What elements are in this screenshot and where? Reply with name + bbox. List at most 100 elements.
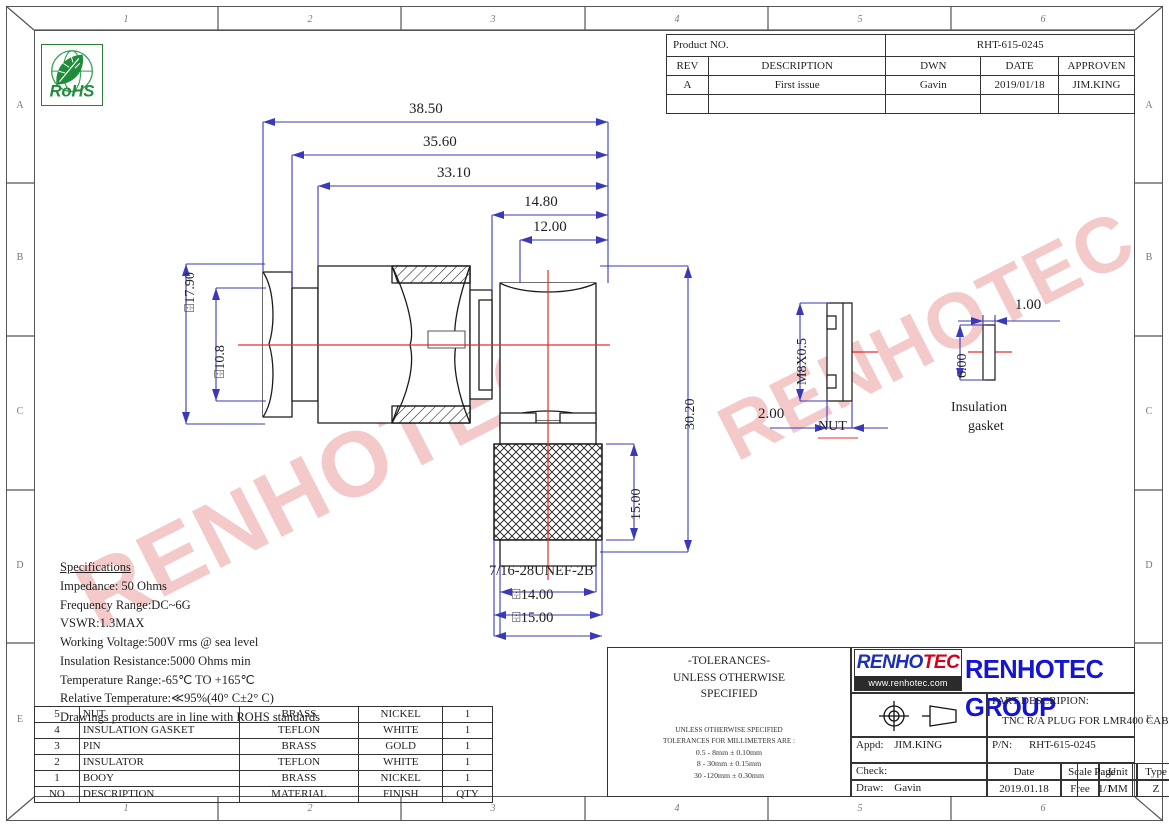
dimension-label-30-20: 30.20: [683, 398, 698, 431]
bom-fin-4: WHITE: [358, 722, 444, 739]
zone-left-b: B: [16, 252, 24, 263]
rev-dwn-empty: [885, 94, 982, 114]
bom-no-1: 1: [34, 770, 80, 787]
nut-width-label: 2.00: [758, 406, 785, 422]
bom-col-no: NO: [34, 786, 80, 803]
spec-line-impedance: Impedance: 50 Ohms: [60, 578, 167, 593]
zone-bottom-4: 4: [674, 803, 680, 814]
zone-bottom-3: 3: [490, 803, 496, 814]
dimension-label-12-00: 12.00: [533, 219, 567, 235]
zone-right-d: D: [1145, 560, 1153, 571]
nut-detail-geometry: [826, 302, 853, 402]
zone-bottom-5: 5: [857, 803, 863, 814]
gasket-dimension-lines: [958, 315, 1060, 381]
tolerance-value-1: 0.5 - 8mm ± 0.10mm: [695, 747, 763, 757]
table-row: 1 BOOY BRASS NICKEL 1: [34, 770, 493, 787]
table-row: 2 INSULATOR TEFLON WHITE 1: [34, 754, 493, 771]
bom-no-3: 3: [34, 738, 80, 755]
appd-label: Appd:: [856, 739, 884, 751]
tolerance-heading-line3: SPECIFIED: [700, 688, 758, 701]
col-header-date: Date: [987, 763, 1061, 780]
tolerance-heading: -TOLERANCES- UNLESS OTHERWISE SPECIFIED: [607, 653, 851, 703]
renhotec-logo: RENHO TEC www.renhotec.com: [854, 649, 962, 691]
specifications-title: Specifications: [60, 560, 131, 574]
bom-qty-1: 1: [442, 770, 493, 787]
table-row: A First issue Gavin 2019/01/18 JIM.KING: [666, 75, 1135, 95]
renhotec-logo-text: RENHO TEC: [855, 650, 961, 676]
col-date: DATE: [980, 56, 1060, 76]
tolerance-value-3: 30 -120mm ± 0.30mm: [693, 770, 765, 780]
bom-qty-3: 1: [442, 738, 493, 755]
zone-top-6: 6: [1040, 14, 1046, 25]
svg-text:RoHS: RoHS: [50, 82, 95, 100]
tolerance-value-2: 8 - 30mm ± 0.15mm: [696, 759, 762, 769]
bom-qty-2: 1: [442, 754, 493, 771]
table-row: 3 PIN BRASS GOLD 1: [34, 738, 493, 755]
nut-thread-label: M8X0.5: [795, 337, 810, 385]
draw-label: Draw:: [856, 782, 884, 794]
gasket-detail-title-line1: Insulation: [951, 400, 1007, 415]
col-dwn: DWN: [885, 56, 982, 76]
zone-left-c: C: [16, 406, 24, 417]
bom-mat-3: BRASS: [238, 738, 360, 755]
tolerance-note-line2: TOLERANCES FOR MILLIMETERS ARE :: [662, 736, 796, 745]
bom-desc-5: NUT: [78, 706, 240, 723]
projection-symbol-box: [851, 693, 987, 737]
bom-qty-5: 1: [442, 706, 493, 723]
appd-value: JIM.KING: [894, 739, 943, 751]
zone-bottom-1: 1: [123, 803, 129, 814]
zone-top-1: 1: [123, 14, 129, 25]
bom-desc-3: PIN: [78, 738, 240, 755]
product-header-table: Product NO. RHT-615-0245 REV DESCRIPTION…: [665, 34, 1135, 114]
first-angle-projection-icon: [879, 701, 957, 731]
part-number-box: P/N: RHT-615-0245: [987, 737, 1135, 763]
bom-fin-1: NICKEL: [358, 770, 444, 787]
value-type: Z: [1137, 780, 1169, 797]
logo-text-red: TEC: [922, 652, 960, 673]
zone-right-c: C: [1145, 406, 1153, 417]
product-no-label: Product NO.: [665, 34, 887, 57]
rev-date-empty: [980, 94, 1060, 114]
col-approven: APPROVEN: [1058, 56, 1135, 76]
bom-desc-2: INSULATOR: [78, 754, 240, 771]
gasket-detail-title-line2: gasket: [968, 419, 1004, 434]
pn-label: P/N:: [992, 739, 1013, 751]
col-header-page: Page: [1077, 763, 1133, 780]
rev-value-empty: [666, 94, 709, 114]
value-date: 2019.01.18: [987, 780, 1061, 797]
table-row: 4 INSULATION GASKET TEFLON WHITE 1: [34, 722, 493, 739]
spec-line-insulation-resistance: Insulation Resistance:5000 Ohms min: [60, 653, 251, 668]
gasket-detail-geometry: [982, 324, 996, 381]
spec-line-working-voltage: Working Voltage:500V rms @ sea level: [60, 635, 259, 649]
dimension-label-14-80: 14.80: [524, 194, 558, 210]
zone-right-a: A: [1145, 100, 1153, 111]
bom-mat-2: TEFLON: [238, 754, 360, 771]
zone-top-5: 5: [857, 14, 863, 25]
zone-left-e: E: [16, 714, 24, 725]
zone-top-3: 3: [490, 14, 496, 25]
check-box: Check:: [851, 763, 987, 780]
revision-header-row: REV DESCRIPTION DWN DATE APPROVEN: [666, 56, 1135, 76]
zone-bottom-2: 2: [307, 803, 313, 814]
tolerance-note-line1: UNLESS OTHERWISE SPECIFIED: [675, 726, 783, 734]
check-label: Check:: [856, 765, 888, 777]
rohs-icon: RoHS: [50, 50, 95, 100]
table-row: [666, 94, 1135, 114]
part-description-box: PART DESCRIPION: TNC R/A PLUG FOR LMR400…: [987, 693, 1169, 737]
specifications-block: Specifications Impedance: 50 Ohms Freque…: [60, 558, 320, 727]
tolerance-heading-line2: UNLESS OTHERWISE: [672, 671, 786, 684]
spec-line-temperature-range: Temperature Range:-65℃ TO +165℃: [60, 672, 255, 687]
col-rev: REV: [666, 56, 709, 76]
title-block: -TOLERANCES- UNLESS OTHERWISE SPECIFIED …: [607, 647, 1169, 797]
bom-desc-4: INSULATION GASKET: [78, 722, 240, 739]
pn-value: RHT-615-0245: [1028, 739, 1096, 751]
bom-col-description: DESCRIPTION: [78, 786, 240, 803]
bom-fin-3: GOLD: [358, 738, 444, 755]
zone-top-2: 2: [307, 14, 313, 25]
value-page: 1/1: [1077, 780, 1133, 797]
bom-fin-2: WHITE: [358, 754, 444, 771]
dimension-label-15-00: 15.00: [629, 488, 644, 521]
nut-detail-title: NUT: [818, 419, 847, 434]
appd-box: Appd: JIM.KING: [851, 737, 987, 763]
logo-website: www.renhotec.com: [855, 676, 961, 690]
